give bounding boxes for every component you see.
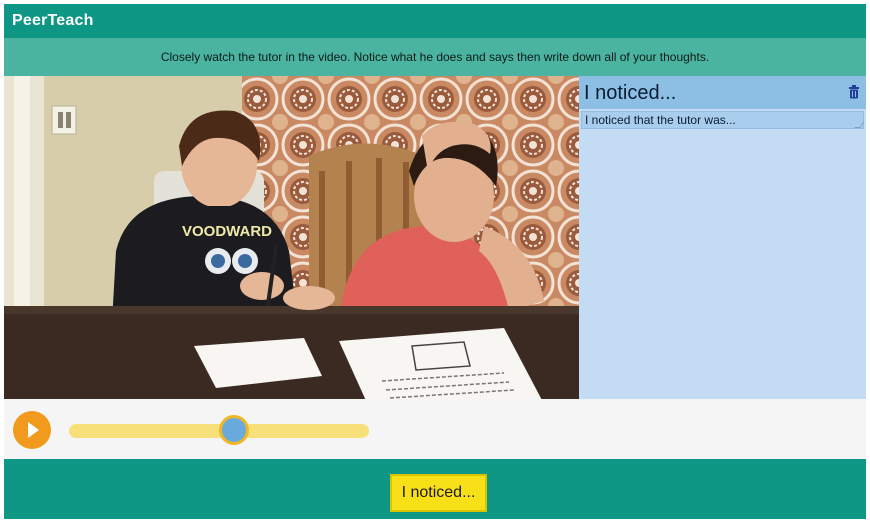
peerteach-app: PeerTeach Closely watch the tutor in the… <box>4 4 866 519</box>
notes-title: I noticed... <box>584 82 677 104</box>
notice-text-field[interactable] <box>581 111 864 129</box>
app-footer: I noticed... <box>4 459 866 519</box>
progress-thumb[interactable] <box>219 415 249 445</box>
i-noticed-button[interactable]: I noticed... <box>390 474 487 512</box>
play-icon[interactable] <box>13 411 51 449</box>
notes-panel: I noticed... <box>579 76 866 405</box>
app-header: PeerTeach <box>4 4 866 38</box>
video-frame: VOODWARD <box>4 76 579 399</box>
instruction-bar: Closely watch the tutor in the video. No… <box>4 38 866 76</box>
progress-track[interactable] <box>69 415 369 445</box>
instruction-text: Closely watch the tutor in the video. No… <box>160 50 710 64</box>
app-title: PeerTeach <box>12 12 94 29</box>
shirt-text: VOODWARD <box>182 223 272 240</box>
player-controls <box>4 399 866 459</box>
notes-header: I noticed... <box>579 76 866 109</box>
trash-icon[interactable] <box>848 85 860 99</box>
video-player[interactable]: VOODWARD <box>4 76 579 399</box>
